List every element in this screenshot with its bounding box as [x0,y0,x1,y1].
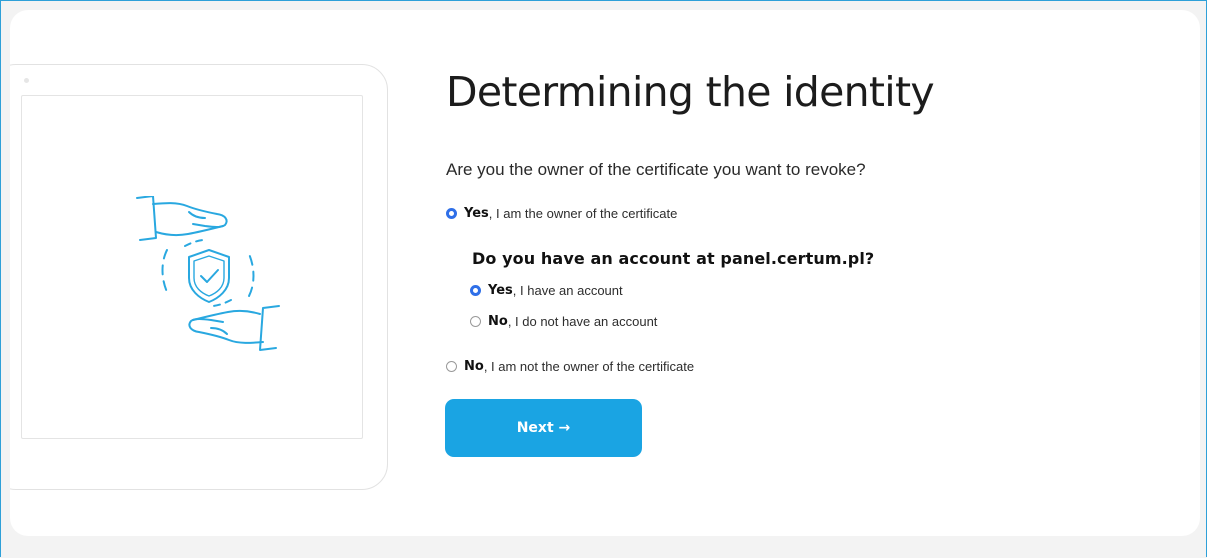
account-no-radio[interactable] [470,316,481,327]
identity-card: Determining the identity Are you the own… [10,10,1200,536]
page-title: Determining the identity [446,68,935,116]
account-no-bold: No [488,314,508,329]
next-button[interactable]: Next → [445,399,642,457]
owner-yes-label: , I am the owner of the certificate [488,206,678,221]
device-camera-dot [24,78,29,83]
account-question: Do you have an account at panel.certum.p… [472,249,875,268]
account-no-option[interactable]: No, I do not have an account [470,314,657,329]
owner-yes-bold: Yes [464,206,489,221]
owner-no-bold: No [464,359,484,374]
owner-yes-option[interactable]: Yes, I am the owner of the certificate [446,206,677,221]
hands-shield-check-icon [136,196,280,351]
account-yes-option[interactable]: Yes, I have an account [470,283,623,298]
next-button-label: Next → [516,420,571,436]
owner-no-option[interactable]: No, I am not the owner of the certificat… [446,359,694,374]
account-yes-radio[interactable] [470,285,481,296]
account-yes-bold: Yes [488,283,513,298]
owner-yes-radio[interactable] [446,208,457,219]
owner-no-radio[interactable] [446,361,457,372]
owner-no-label: , I am not the owner of the certificate [483,359,695,374]
account-no-label: , I do not have an account [507,314,658,329]
owner-question: Are you the owner of the certificate you… [446,160,866,179]
account-yes-label: , I have an account [512,283,623,298]
